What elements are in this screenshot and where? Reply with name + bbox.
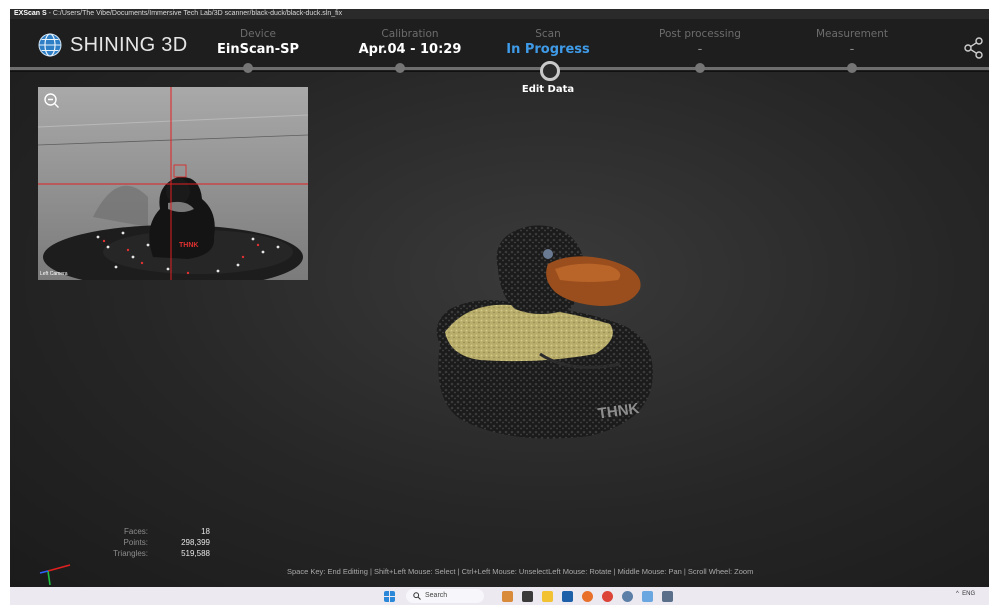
- step-device[interactable]: Device EinScan-SP: [188, 27, 328, 59]
- system-tray[interactable]: ^ ENG: [956, 591, 975, 597]
- step-caption: Measurement: [815, 28, 889, 40]
- svg-text:THNK: THNK: [179, 242, 198, 249]
- step-dot-device: [243, 63, 253, 73]
- brand-logo: SHINING 3D: [38, 33, 187, 57]
- photos-icon[interactable]: [642, 591, 653, 602]
- step-ring-current: [540, 61, 560, 81]
- step-caption: Scan: [535, 28, 561, 40]
- axis-gizmo-icon: [39, 564, 71, 585]
- chrome-icon[interactable]: [602, 591, 613, 602]
- file-path: - C:/Users/The Vibe/Documents/Immersive …: [46, 10, 343, 17]
- workflow-header: SHINING 3D Device EinScan-SP Calibration…: [10, 19, 989, 72]
- brand-name: SHINING 3D: [70, 33, 188, 56]
- store-icon[interactable]: [562, 591, 573, 602]
- step-dot-measurement: [847, 63, 857, 73]
- camera-preview: THNK Left Camera: [38, 87, 308, 280]
- language-indicator[interactable]: ENG: [962, 591, 975, 597]
- app-name: EXScan S: [14, 10, 47, 17]
- zoom-out-icon[interactable]: [42, 91, 62, 111]
- step-caption: Post processing: [659, 28, 741, 40]
- step-measurement[interactable]: Measurement -: [782, 27, 922, 59]
- share-icon[interactable]: [963, 37, 985, 59]
- step-scan[interactable]: Scan In Progress: [478, 27, 618, 59]
- file-explorer-icon[interactable]: [542, 591, 553, 602]
- window-title-bar: EXScan S - C:/Users/The Vibe/Documents/I…: [10, 9, 989, 19]
- stat-value: 519,588: [181, 549, 210, 558]
- stat-key: Faces:: [123, 527, 148, 536]
- keyboard-hint: Space Key: End Editting | Shift+Left Mou…: [287, 567, 754, 576]
- stat-value: 298,399: [181, 538, 210, 547]
- deer-app-icon[interactable]: [502, 591, 513, 602]
- camera-image: THNK: [38, 87, 308, 280]
- progress-track: [10, 67, 989, 70]
- step-value: -: [849, 42, 855, 57]
- globe-logo-icon: [38, 33, 62, 57]
- step-value: -: [697, 42, 703, 57]
- chevron-up-icon[interactable]: ^: [956, 591, 959, 597]
- search-label: Search: [425, 592, 448, 599]
- step-value: EinScan-SP: [217, 42, 299, 57]
- step-dot-post-processing: [695, 63, 705, 73]
- step-value: Apr.04 - 10:29: [358, 42, 462, 57]
- scanner-app: SHINING 3D Device EinScan-SP Calibration…: [10, 19, 989, 587]
- mesh-stats: Faces: 18 Points: 298,399 Triangles: 519…: [70, 526, 220, 559]
- taskbar-search[interactable]: Search: [406, 589, 484, 603]
- stat-row: Triangles: 519,588: [70, 548, 220, 559]
- task-view-icon[interactable]: [522, 591, 533, 602]
- search-icon: [413, 592, 421, 600]
- stat-row: Faces: 18: [70, 526, 220, 537]
- stat-key: Triangles:: [113, 549, 148, 558]
- step-value: In Progress: [506, 42, 590, 57]
- step-caption: Calibration: [381, 28, 439, 40]
- settings-gear-icon[interactable]: [622, 591, 633, 602]
- step-post-processing[interactable]: Post processing -: [630, 27, 770, 59]
- exscan-app-icon[interactable]: [662, 591, 673, 602]
- stat-row: Points: 298,399: [70, 537, 220, 548]
- current-step-label: Edit Data: [521, 84, 575, 95]
- camera-label: Left Camera: [40, 271, 68, 277]
- windows-start-icon[interactable]: [384, 591, 395, 602]
- stat-key: Points:: [123, 538, 148, 547]
- step-dot-calibration: [395, 63, 405, 73]
- os-taskbar: Search ^ ENG: [10, 587, 989, 605]
- step-calibration[interactable]: Calibration Apr.04 - 10:29: [340, 27, 480, 59]
- stat-value: 18: [201, 527, 210, 536]
- firefox-icon[interactable]: [582, 591, 593, 602]
- step-caption: Device: [240, 28, 276, 40]
- scan-model-viewport[interactable]: THNK: [420, 214, 660, 444]
